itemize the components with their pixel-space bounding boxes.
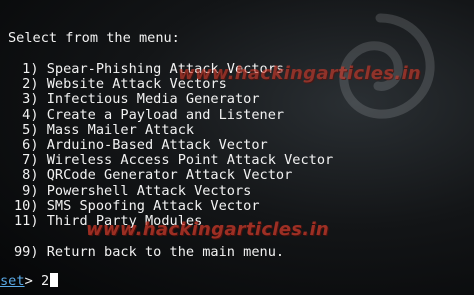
- watermark-text: www.hackingarticles.in: [86, 219, 330, 240]
- prompt-name: set: [0, 273, 25, 289]
- menu-option-label: Wireless Access Point Attack Vector: [46, 152, 334, 169]
- menu-option-number: 7): [14, 152, 39, 169]
- menu-option-label: Powershell Attack Vectors: [46, 182, 252, 199]
- menu-option-number: 10): [14, 197, 39, 214]
- text-cursor: [50, 273, 59, 287]
- menu-option-label: Infectious Media Generator: [46, 91, 260, 108]
- menu-option-label: Mass Mailer Attack: [46, 121, 195, 138]
- menu-option-number: 99): [14, 243, 39, 260]
- menu-option-number: 6): [14, 137, 39, 153]
- menu-option-label: Arduino-Based Attack Vector: [46, 137, 268, 153]
- menu-option-7: 7) Wireless Access Point Attack Vector: [14, 153, 333, 168]
- menu-option-number: 4): [14, 106, 39, 123]
- menu-option-number: 5): [14, 121, 39, 138]
- menu-option-label: Return back to the main menu.: [46, 243, 285, 260]
- menu-option-6: 6) Arduino-Based Attack Vector: [14, 137, 268, 153]
- menu-header: Select from the menu:: [8, 30, 180, 46]
- prompt-input[interactable]: 2: [41, 273, 49, 289]
- prompt-symbol: >: [24, 273, 41, 289]
- menu-option-8: 8) QRCode Generator Attack Vector: [14, 168, 292, 183]
- menu-option-number: 8): [14, 167, 39, 184]
- watermark-text: www.hackingarticles.in: [178, 63, 422, 84]
- menu-option-5: 5) Mass Mailer Attack: [14, 121, 195, 138]
- menu-option-label: SMS Spoofing Attack Vector: [46, 197, 260, 214]
- menu-option-number: 9): [14, 182, 39, 199]
- menu-option-label: QRCode Generator Attack Vector: [46, 167, 293, 184]
- menu-option-number: 11): [14, 213, 39, 229]
- menu-option-number: 3): [14, 91, 39, 108]
- terminal-window[interactable]: Select from the menu: 1) Spear-Phishing …: [0, 0, 474, 295]
- command-prompt[interactable]: set> 2: [0, 273, 59, 289]
- menu-option-number: 2): [14, 76, 39, 93]
- menu-option-9: 9) Powershell Attack Vectors: [14, 182, 252, 199]
- menu-option-4: 4) Create a Payload and Listener: [14, 106, 285, 123]
- menu-option-3: 3) Infectious Media Generator: [14, 91, 260, 108]
- menu-option-label: Create a Payload and Listener: [46, 106, 285, 123]
- menu-option-return: 99) Return back to the main menu.: [14, 243, 285, 260]
- menu-option-number: 1): [14, 61, 39, 77]
- menu-option-10: 10) SMS Spoofing Attack Vector: [14, 197, 260, 214]
